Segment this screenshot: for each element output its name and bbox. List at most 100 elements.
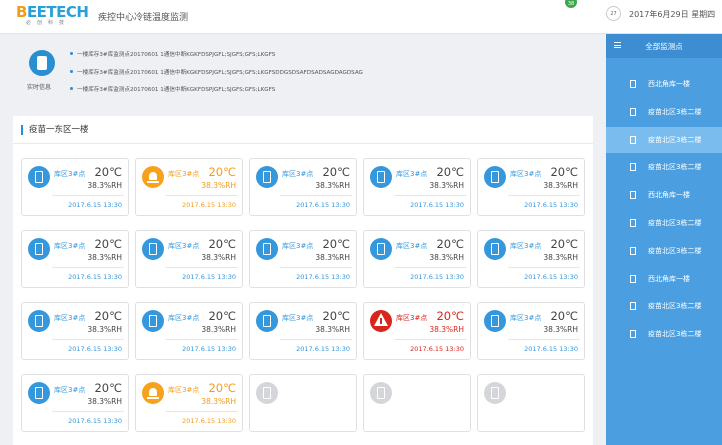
sensor-device-icon [484,166,506,188]
beetech-logo[interactable]: BEETECH 必创科技 [16,4,89,30]
sidebar-item[interactable]: 疫苗北区3栋二楼 [606,238,722,264]
temperature-value: 20℃ [322,309,350,323]
sensor-card[interactable]: 库区3#点 20℃ 38.3%RH 2017.6.15 13:30 [249,230,357,288]
humidity-value: 38.3%RH [315,325,350,334]
sensor-name: 库区3#点 [168,170,200,178]
warning-light-icon [142,382,164,404]
humidity-value: 38.3%RH [87,325,122,334]
realtime-info-label: 实时信息 [27,84,52,91]
sensor-name: 库区3#点 [282,242,314,250]
building-icon [630,107,636,116]
temperature-value: 20℃ [94,309,122,323]
timestamp: 2017.6.15 13:30 [182,273,236,281]
sensor-card[interactable]: 库区3#点 20℃ 38.3%RH 2017.6.15 13:30 [21,158,129,216]
sensor-name: 库区3#点 [510,170,542,178]
alert-message[interactable]: 一楼库存3#库监测点20170601 1通信中断KGKFDSPJGFL;SJGF… [69,50,275,58]
sensor-card[interactable]: 库区3#点 20℃ 38.3%RH 2017.6.15 13:30 [249,158,357,216]
sensor-device-icon [142,238,164,260]
timestamp: 2017.6.15 13:30 [524,345,578,353]
humidity-value: 38.3%RH [429,181,464,190]
humidity-value: 38.3%RH [543,181,578,190]
building-icon [630,302,636,311]
alert-message[interactable]: 一楼库存3#库监测点20170601 1通信中断KGKFDSPJGFL;SJGF… [70,68,363,76]
sidebar-item[interactable]: 疫苗北区3栋二楼 [606,154,722,180]
building-icon [630,80,636,88]
timestamp: 2017.6.15 13:30 [182,417,236,425]
card-divider [52,195,124,196]
card-divider [52,267,124,268]
temperature-value: 20℃ [94,237,122,251]
sensor-card[interactable] [477,374,585,432]
card-divider [166,267,238,268]
sensor-name: 库区3#点 [54,386,86,394]
humidity-value: 38.3%RH [315,181,350,190]
sensor-device-icon [370,166,392,188]
notification-badge[interactable]: 38 [563,0,579,10]
temperature-value: 20℃ [208,381,236,395]
sensor-card[interactable]: 库区3#点 20℃ 38.3%RH 2017.6.15 13:30 [135,158,243,216]
sidebar-header[interactable]: 全部监测点 [606,34,722,58]
sidebar-item[interactable]: 疫苗北区3栋二楼 [606,126,722,153]
sensor-card[interactable] [363,374,471,432]
sensor-device-icon [28,310,50,332]
sensor-name: 库区3#点 [54,242,86,250]
sidebar-item-label: 西北角库一楼 [648,191,690,200]
temperature-value: 20℃ [208,309,236,323]
sidebar-item[interactable]: 疫苗北区3栋二楼 [606,321,722,347]
sidebar-item-label: 疫苗北区3栋二楼 [648,107,702,116]
timestamp: 2017.6.15 13:30 [182,201,236,209]
sensor-card[interactable]: 库区3#点 20℃ 38.3%RH 2017.6.15 13:30 [135,302,243,360]
card-divider [166,195,238,196]
sensor-name: 库区3#点 [510,242,542,250]
sensor-card[interactable]: 库区3#点 20℃ 38.3%RH 2017.6.15 13:30 [477,230,585,288]
temperature-value: 20℃ [322,165,350,179]
sidebar-item[interactable]: 疫苗北区3栋二楼 [606,99,722,125]
sensor-device-icon [28,238,50,260]
sensor-device-icon [28,166,50,188]
panel-title: 疫苗一东区一楼 [21,125,89,135]
card-divider [508,267,580,268]
sidebar-item[interactable]: 西北角库一楼 [606,71,722,97]
card-divider [166,339,238,340]
sensor-name: 库区3#点 [54,170,86,178]
sensor-card[interactable]: 库区3#点 20℃ 38.3%RH 2017.6.15 13:30 [363,302,471,360]
sensor-card[interactable]: 库区3#点 20℃ 38.3%RH 2017.6.15 13:30 [477,158,585,216]
humidity-value: 38.3%RH [543,325,578,334]
alert-message[interactable]: 一楼库存3#库监测点20170601 1通信中断KGKFDSPJGFL;SJGF… [69,85,275,93]
sensor-card[interactable] [249,374,357,432]
sidebar-item[interactable]: 西北角库一楼 [606,182,722,208]
sidebar-item[interactable]: 疫苗北区3栋二楼 [606,293,722,319]
temperature-value: 20℃ [94,165,122,179]
timestamp: 2017.6.15 13:30 [524,273,578,281]
sensor-card[interactable]: 库区3#点 20℃ 38.3%RH 2017.6.15 13:30 [363,158,471,216]
sensor-card[interactable]: 库区3#点 20℃ 38.3%RH 2017.6.15 13:30 [135,230,243,288]
sidebar-item-label: 西北角库一楼 [648,274,690,283]
sensor-card[interactable]: 库区3#点 20℃ 38.3%RH 2017.6.15 13:30 [135,374,243,432]
sensor-card[interactable]: 库区3#点 20℃ 38.3%RH 2017.6.15 13:30 [477,302,585,360]
sensor-card[interactable]: 库区3#点 20℃ 38.3%RH 2017.6.15 13:30 [249,302,357,360]
sidebar-item[interactable]: 疫苗北区3栋二楼 [606,210,722,236]
sensor-card[interactable]: 库区3#点 20℃ 38.3%RH 2017.6.15 13:30 [21,302,129,360]
page-title: 疾控中心冷链温度监测 [98,13,189,23]
sensor-name: 库区3#点 [396,170,428,178]
sidebar-item-label: 西北角库一楼 [648,80,690,88]
humidity-value: 38.3%RH [315,253,350,262]
sensor-card[interactable]: 库区3#点 20℃ 38.3%RH 2017.6.15 13:30 [363,230,471,288]
humidity-value: 38.3%RH [201,181,236,190]
building-icon [630,163,636,172]
sidebar-item[interactable]: 西北角库一楼 [606,266,722,292]
timestamp: 2017.6.15 13:30 [410,201,464,209]
warning-light-icon [142,166,164,188]
card-divider [166,411,238,412]
sensor-device-icon [484,238,506,260]
sidebar-title: 全部监测点 [645,42,683,51]
sensor-card[interactable]: 库区3#点 20℃ 38.3%RH 2017.6.15 13:30 [21,374,129,432]
temperature-value: 20℃ [550,309,578,323]
top-header: BEETECH 必创科技 疾控中心冷链温度监测 38 27 2017年6月29日… [0,0,722,34]
realtime-info-icon[interactable] [29,50,55,76]
sensor-device-icon [370,238,392,260]
sensor-name: 库区3#点 [396,314,428,322]
sensor-device-icon [28,382,50,404]
humidity-value: 38.3%RH [87,181,122,190]
sensor-card[interactable]: 库区3#点 20℃ 38.3%RH 2017.6.15 13:30 [21,230,129,288]
